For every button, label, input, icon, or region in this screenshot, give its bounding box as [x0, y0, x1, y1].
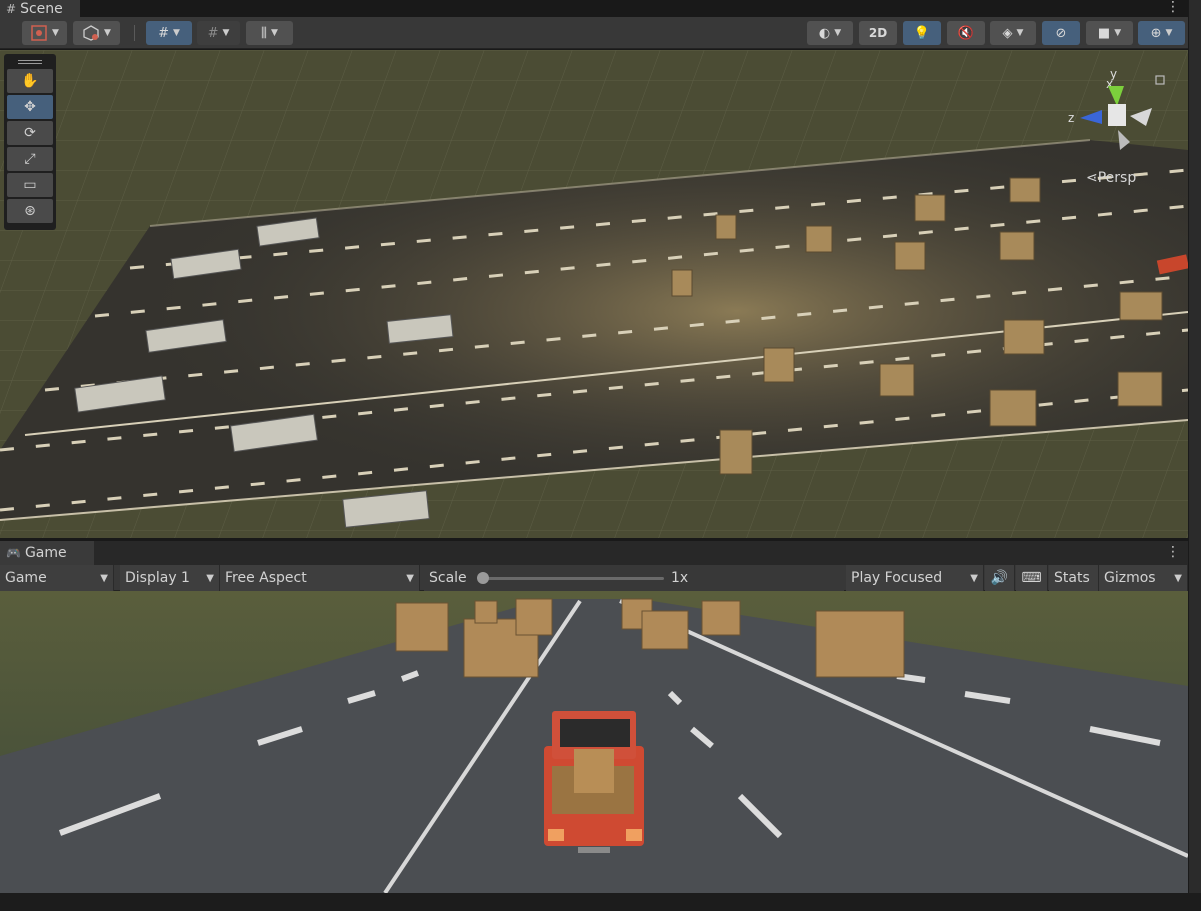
hand-icon: ✋ [21, 73, 39, 89]
gizmos-icon: ⊕ [1150, 25, 1162, 41]
pivot-rotation-button[interactable]: ▼ [73, 21, 120, 45]
transform-tool-button[interactable]: ⊛ [7, 199, 53, 223]
ruler-button[interactable]: ⫼ ▼ [246, 21, 293, 45]
scale-value: 1x [671, 570, 689, 586]
increment-snap-icon: # [207, 25, 219, 41]
scale-slider-track[interactable] [477, 572, 664, 584]
move-icon: ✥ [24, 99, 36, 115]
audio-mute-icon: 🔇 [957, 25, 975, 41]
rect-tool-button[interactable]: ▭ [7, 173, 53, 197]
gizmo-x-cone [1130, 108, 1152, 126]
tab-scene-label: Scene [20, 0, 63, 17]
scene-view[interactable]: ✋ ✥ ⟳ ⤢ ▭ ⊛ y x z ⋖Persp [0, 50, 1188, 538]
stats-button[interactable]: Stats [1049, 565, 1099, 591]
mode-2d-label: 2D [868, 26, 888, 40]
chevron-down-icon: ▼ [1174, 572, 1182, 584]
lock-icon[interactable] [1155, 75, 1165, 85]
scale-control: Scale 1x [424, 565, 844, 591]
draw-mode-icon: ◐ [818, 25, 831, 41]
audio-button[interactable]: 🔇 [947, 21, 985, 45]
game-truck [544, 711, 644, 853]
draw-mode-button[interactable]: ◐ ▼ [807, 21, 853, 45]
status-bar [0, 893, 1201, 911]
grid-icon: # [6, 1, 17, 16]
ruler-icon: ⫼ [261, 25, 268, 41]
tab-scene[interactable]: # Scene [0, 0, 80, 17]
chevron-down-icon: ▼ [206, 572, 214, 584]
transform-tools-panel: ✋ ✥ ⟳ ⤢ ▭ ⊛ [4, 54, 56, 230]
scene-toolbar: ▼ ▼ # ▼ # ▼ ⫼ ▼ ◐ ▼ 2D 💡 🔇 ◈ ▼ ⊘ ■ ▼ ⊕ ▼ [0, 17, 1201, 49]
gamepad-icon: 🎮 [6, 546, 21, 560]
chevron-down-icon: ▼ [970, 572, 978, 584]
scale-label: Scale [429, 570, 467, 586]
game-viewport[interactable] [0, 591, 1188, 893]
speaker-icon: 🔊 [990, 570, 1009, 586]
scale-tool-button[interactable]: ⤢ [7, 147, 53, 171]
rotate-icon: ⟳ [24, 125, 36, 141]
view-select[interactable]: Game ▼ [0, 565, 114, 591]
chevron-down-icon: ▼ [100, 572, 108, 584]
lighting-icon: 💡 [913, 25, 931, 41]
effects-icon: ◈ [1002, 25, 1013, 41]
chevron-down-icon: ▼ [406, 572, 414, 584]
gizmo-y-cone [1108, 86, 1124, 106]
display-select[interactable]: Display 1 ▼ [120, 565, 220, 591]
keyboard-icon: ⌨ [1021, 570, 1042, 586]
scale-icon: ⤢ [24, 151, 36, 167]
camera-button[interactable]: ■ ▼ [1086, 21, 1133, 45]
move-tool-button[interactable]: ✥ [7, 95, 53, 119]
tools-grip-handle[interactable] [7, 57, 53, 67]
gizmo-z-label: z [1068, 111, 1074, 125]
scene-menu-icon[interactable]: ⋮ [1166, 0, 1180, 14]
rotate-tool-button[interactable]: ⟳ [7, 121, 53, 145]
persp-icon: ⋖ [1086, 170, 1098, 186]
gizmo-handle-icon [31, 25, 47, 41]
lighting-button[interactable]: 💡 [903, 21, 941, 45]
aspect-select[interactable]: Free Aspect ▼ [220, 565, 420, 591]
hidden-visibility-button[interactable]: ⊘ [1042, 21, 1080, 45]
tab-strip-empty [94, 541, 1188, 565]
gizmo-handle-button[interactable]: ▼ [22, 21, 67, 45]
scene-viewport[interactable] [0, 50, 1188, 538]
gizmo-z-cone [1080, 110, 1102, 124]
game-toolbar: Game ▼ Display 1 ▼ Free Aspect ▼ Scale 1x P… [0, 565, 1188, 591]
effects-button[interactable]: ◈ ▼ [990, 21, 1036, 45]
game-menu-icon[interactable]: ⋮ [1166, 545, 1180, 559]
toolbar-separator [134, 25, 135, 41]
hand-tool-button[interactable]: ✋ [7, 69, 53, 93]
camera-icon: ■ [1097, 25, 1111, 41]
orientation-gizmo[interactable]: y x z [1060, 64, 1170, 184]
grid-snap-icon: # [158, 25, 169, 41]
gizmos-button[interactable]: Gizmos ▼ [1099, 565, 1188, 591]
audio-toggle-button[interactable]: 🔊 [985, 565, 1015, 591]
keyboard-button[interactable]: ⌨ [1016, 565, 1048, 591]
play-mode-select[interactable]: Play Focused ▼ [846, 565, 984, 591]
tab-game[interactable]: 🎮 Game [0, 541, 94, 565]
gizmos-toggle-button[interactable]: ⊕ ▼ [1138, 21, 1185, 45]
hidden-visibility-icon: ⊘ [1055, 25, 1067, 41]
mode-2d-button[interactable]: 2D [859, 21, 897, 45]
right-panel-edge [1188, 0, 1201, 911]
tab-game-label: Game [24, 545, 67, 561]
transform-icon: ⊛ [24, 203, 36, 219]
game-view[interactable] [0, 591, 1188, 893]
grid-snap-button[interactable]: # ▼ [146, 21, 192, 45]
persp-label[interactable]: ⋖Persp [1086, 170, 1136, 186]
scale-slider-handle[interactable] [477, 572, 489, 584]
rect-icon: ▭ [23, 177, 37, 193]
pivot-cube-icon [83, 25, 99, 41]
increment-snap-button[interactable]: # ▼ [197, 21, 240, 45]
